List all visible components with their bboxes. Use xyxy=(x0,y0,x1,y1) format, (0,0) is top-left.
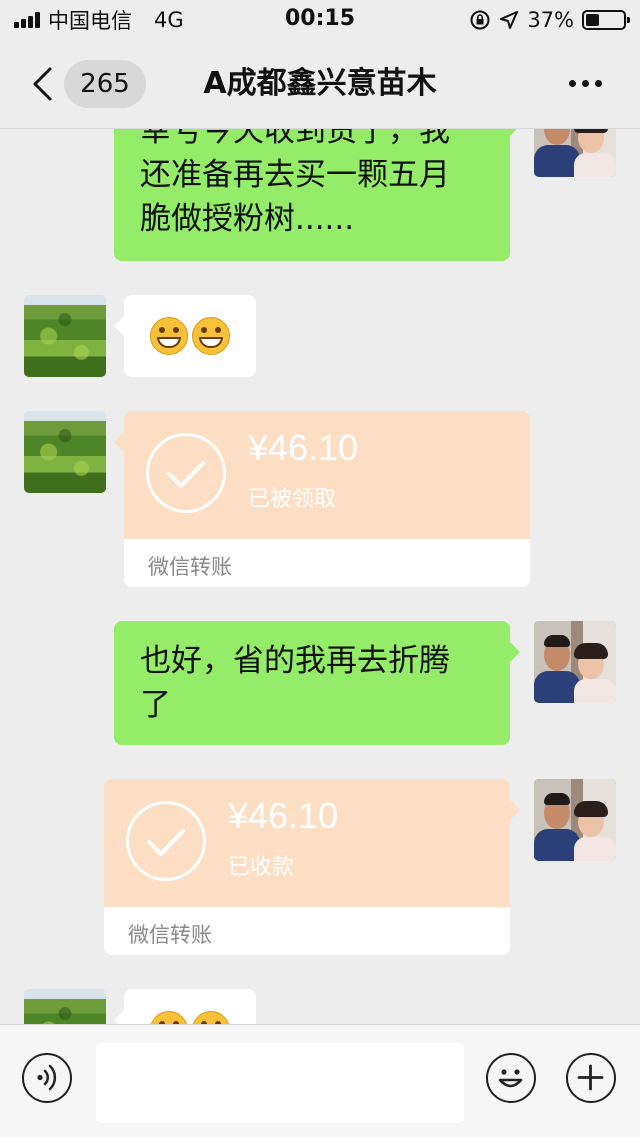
grin-emoji-icon xyxy=(150,1011,188,1024)
chat-area[interactable]: 幸亏今天收到货了，我 还准备再去买一颗五月 脆做授粉树...... ¥46.10… xyxy=(0,129,640,1024)
input-bar xyxy=(0,1024,640,1137)
checkmark-icon xyxy=(146,433,226,513)
avatar[interactable] xyxy=(534,129,616,177)
message-text-line: 了 xyxy=(140,687,171,723)
transfer-amount: ¥46.10 xyxy=(248,427,359,468)
battery-percent: 37% xyxy=(527,8,574,32)
transfer-card[interactable]: ¥46.10 已收款 微信转账 xyxy=(104,779,520,955)
location-arrow-icon xyxy=(500,11,519,29)
avatar[interactable] xyxy=(534,621,616,703)
grin-emoji-icon xyxy=(192,317,230,355)
more-dots-icon[interactable] xyxy=(569,80,602,87)
chat-title: A成都鑫兴意苗木 xyxy=(203,66,437,101)
battery-icon xyxy=(582,10,630,30)
avatar[interactable] xyxy=(24,989,106,1024)
transfer-amount: ¥46.10 xyxy=(228,795,339,836)
avatar[interactable] xyxy=(534,779,616,861)
transfer-label: 微信转账 xyxy=(148,555,232,579)
emoji-message-bubble[interactable] xyxy=(114,989,256,1024)
voice-icon[interactable] xyxy=(22,1053,72,1103)
grin-emoji-icon xyxy=(192,1011,230,1024)
unread-count-badge[interactable]: 265 xyxy=(64,60,146,108)
message-text-line: 幸亏今天收到货了，我 xyxy=(140,129,450,149)
chevron-left-icon[interactable] xyxy=(30,66,54,102)
message-text-line: 脆做授粉树...... xyxy=(140,201,355,237)
message-text-line: 也好，省的我再去折腾 xyxy=(140,643,450,679)
rotation-lock-icon xyxy=(470,10,490,30)
transfer-label: 微信转账 xyxy=(128,923,212,947)
message-input[interactable] xyxy=(96,1043,464,1123)
checkmark-icon xyxy=(126,801,206,881)
transfer-card[interactable]: ¥46.10 已被领取 微信转账 xyxy=(114,411,530,587)
emoji-message-bubble[interactable] xyxy=(114,295,256,377)
nav-bar: 265 A成都鑫兴意苗木 xyxy=(0,40,640,129)
grin-emoji-icon xyxy=(150,317,188,355)
plus-icon[interactable] xyxy=(566,1053,616,1103)
status-right: 37% xyxy=(469,6,630,34)
transfer-status: 已被领取 xyxy=(248,487,337,512)
avatar[interactable] xyxy=(24,295,106,377)
status-bar: 中国电信 4G 00:15 37% xyxy=(0,0,640,40)
transfer-status: 已收款 xyxy=(228,855,295,880)
message-bubble[interactable]: 也好，省的我再去折腾 了 xyxy=(114,621,520,745)
avatar[interactable] xyxy=(24,411,106,493)
emoji-icon[interactable] xyxy=(486,1053,536,1103)
message-text-line: 还准备再去买一颗五月 xyxy=(140,157,450,193)
message-bubble[interactable]: 幸亏今天收到货了，我 还准备再去买一颗五月 脆做授粉树...... xyxy=(114,129,520,261)
